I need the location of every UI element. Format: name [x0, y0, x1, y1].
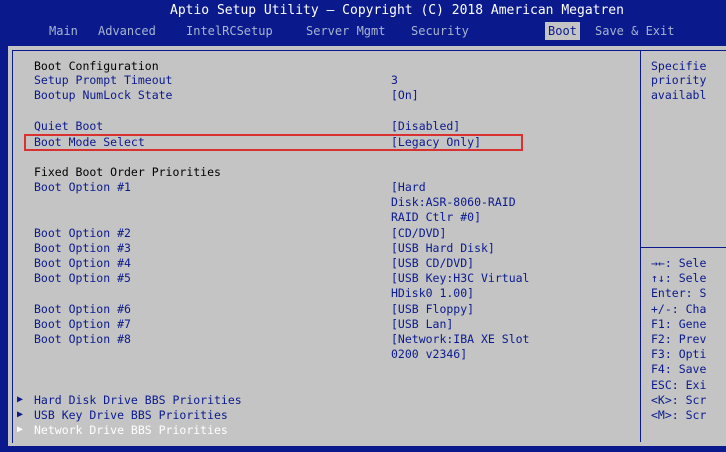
boot-option-7-label[interactable]: Boot Option #7: [34, 317, 131, 331]
boot-option-1-label[interactable]: Boot Option #1: [34, 180, 131, 194]
section-fixed-boot-order: Fixed Boot Order Priorities: [34, 165, 221, 179]
menu-bar: Main Advanced IntelRCSetup Server Mgmt S…: [0, 22, 726, 40]
help-key-line: ESC: Exi: [651, 378, 707, 392]
quiet-boot-label[interactable]: Quiet Boot: [34, 119, 103, 133]
help-key-line: F3: Opti: [651, 347, 707, 361]
boot-option-6-label[interactable]: Boot Option #6: [34, 302, 131, 316]
help-description-line: priority: [651, 73, 707, 87]
menu-security[interactable]: Security: [408, 22, 472, 40]
submenu-hdd-bbs[interactable]: Hard Disk Drive BBS Priorities: [34, 393, 242, 407]
boot-option-7-value[interactable]: [USB Lan]: [391, 317, 453, 331]
boot-option-5-value-line2[interactable]: HDisk0 1.00]: [391, 286, 474, 300]
help-description-line: Specifie: [651, 59, 707, 73]
quiet-boot-value[interactable]: [Disabled]: [391, 119, 460, 133]
title-bar: Aptio Setup Utility – Copyright (C) 2018…: [0, 0, 726, 22]
boot-mode-select-label[interactable]: Boot Mode Select: [34, 135, 145, 149]
menu-advanced[interactable]: Advanced: [95, 22, 159, 40]
help-key-line: <K>: Scr: [651, 393, 707, 407]
boot-option-1-value-line1[interactable]: [Hard: [391, 180, 426, 194]
menu-server-mgmt[interactable]: Server Mgmt: [303, 22, 388, 40]
bootup-numlock-state-value[interactable]: [On]: [391, 88, 419, 102]
menu-main[interactable]: Main: [46, 22, 81, 40]
submenu-arrow-icon: ▶: [17, 424, 24, 435]
boot-option-2-label[interactable]: Boot Option #2: [34, 226, 131, 240]
help-key-line: F2: Prev: [651, 332, 707, 346]
boot-option-8-value-line2[interactable]: 0200 v2346]: [391, 347, 467, 361]
boot-option-3-label[interactable]: Boot Option #3: [34, 241, 131, 255]
boot-option-4-value[interactable]: [USB CD/DVD]: [391, 256, 474, 270]
boot-option-5-label[interactable]: Boot Option #5: [34, 271, 131, 285]
help-key-line: <M>: Scr: [651, 408, 707, 422]
boot-option-4-label[interactable]: Boot Option #4: [34, 256, 131, 270]
boot-option-2-value[interactable]: [CD/DVD]: [391, 226, 446, 240]
setup-prompt-timeout-label[interactable]: Setup Prompt Timeout: [34, 73, 172, 87]
boot-option-3-value[interactable]: [USB Hard Disk]: [391, 241, 495, 255]
menu-save-exit[interactable]: Save & Exit: [592, 22, 677, 40]
help-key-line: F1: Gene: [651, 317, 707, 331]
help-description-line: availabl: [651, 88, 707, 102]
submenu-usb-key-bbs[interactable]: USB Key Drive BBS Priorities: [34, 408, 228, 422]
help-divider: [640, 50, 641, 442]
submenu-network-bbs[interactable]: Network Drive BBS Priorities: [34, 423, 228, 437]
menu-intelrcsetup[interactable]: IntelRCSetup: [183, 22, 276, 40]
app-title: Aptio Setup Utility – Copyright (C) 2018…: [170, 3, 624, 18]
help-key-line: +/-: Cha: [651, 302, 707, 316]
help-key-line: Enter: S: [651, 286, 707, 300]
boot-option-5-value-line1[interactable]: [USB Key:H3C Virtual: [391, 271, 529, 285]
help-key-line: →←: Sele: [651, 256, 707, 270]
menu-boot[interactable]: Boot: [545, 22, 580, 40]
boot-option-1-value-line3[interactable]: RAID Ctlr #0]: [391, 210, 481, 224]
boot-mode-select-value[interactable]: [Legacy Only]: [391, 135, 481, 149]
boot-option-6-value[interactable]: [USB Floppy]: [391, 302, 474, 316]
submenu-arrow-icon: ▶: [17, 409, 24, 420]
bootup-numlock-state-label[interactable]: Bootup NumLock State: [34, 88, 172, 102]
boot-option-8-label[interactable]: Boot Option #8: [34, 332, 131, 346]
submenu-arrow-icon: ▶: [17, 394, 24, 405]
boot-option-8-value-line1[interactable]: [Network:IBA XE Slot: [391, 332, 529, 346]
boot-option-1-value-line2[interactable]: Disk:ASR-8060-RAID: [391, 195, 516, 209]
setup-prompt-timeout-value[interactable]: 3: [391, 73, 398, 87]
section-boot-configuration: Boot Configuration: [34, 59, 159, 73]
help-key-line: ↑↓: Sele: [651, 271, 707, 285]
help-section-divider: [640, 247, 726, 248]
help-key-line: F4: Save: [651, 362, 707, 376]
